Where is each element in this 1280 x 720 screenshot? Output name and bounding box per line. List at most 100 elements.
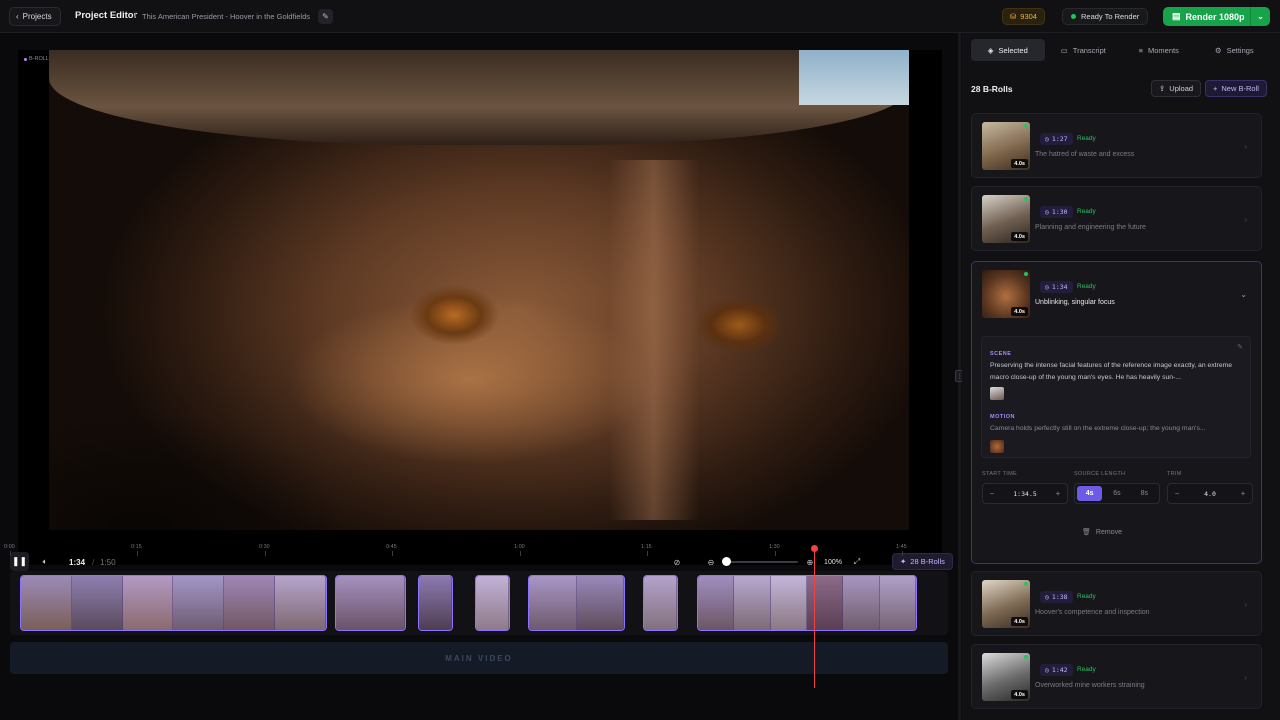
broll-thumbnail: 4.0s [982,195,1030,243]
clip-thumbnail [644,576,677,630]
decrement-button[interactable]: − [983,489,1001,498]
top-bar: ‹ Projects Project Editor / This America… [0,0,1280,33]
tick-mark [647,551,648,556]
clip-thumbnail [21,576,72,630]
duration-badge: 4.0s [1011,307,1028,316]
duration-badge: 4.0s [1011,232,1028,241]
render-options-dropdown[interactable]: ⌄ [1250,7,1270,26]
video-player[interactable]: B-ROLL [18,50,942,565]
main-track-label: MAIN VIDEO [445,653,513,663]
remove-button[interactable]: 🗑︎ Remove [1082,528,1122,537]
timestamp: 1:38 [1051,593,1068,601]
chevron-down-icon[interactable]: ⌄ [1240,290,1247,299]
tab-moments[interactable]: ≡ Moments [1122,39,1196,61]
motion-label: MOTION [990,414,1015,420]
tab-settings[interactable]: ⚙ Settings [1198,39,1272,61]
render-status-badge: Ready To Render [1062,8,1149,25]
timestamp-badge: ◷ 1:42 [1040,664,1073,676]
timeline-clip[interactable] [528,575,625,631]
duration-badge: 4.0s [1011,690,1028,699]
timeline-clip[interactable] [20,575,327,631]
tab-label: Selected [998,45,1028,55]
chevron-right-icon: › [1244,600,1247,609]
remove-label: Remove [1095,528,1122,536]
main-video-track[interactable]: MAIN VIDEO [10,642,948,674]
broll-card[interactable]: 4.0s ◷ 1:38 Ready Hoover's competence an… [971,571,1262,636]
clock-icon: ◷ [1045,593,1049,601]
broll-overlay-tag: B-ROLL [24,56,49,62]
trim-stepper[interactable]: − 4.0 + [1167,483,1253,504]
broll-description: Hoover's competence and inspection [1035,609,1150,616]
list-icon: ≡ [1138,45,1144,55]
captions-off-icon: ⊘ [673,557,681,567]
breadcrumb-separator: / [134,10,137,20]
document-icon: ▭ [1060,45,1068,55]
clip-thumbnail [879,576,916,630]
source-length-option[interactable]: 6s [1104,486,1129,501]
timestamp: 1:34 [1051,283,1068,291]
source-length-option[interactable]: 4s [1077,486,1103,501]
render-button[interactable]: ▤ Render 1080p ⌄ [1163,7,1270,26]
tick-mark [520,551,521,556]
ready-dot-icon [1024,655,1028,659]
pencil-icon[interactable]: ✎ [1237,343,1243,351]
upload-button[interactable]: ⇪ Upload [1151,80,1202,97]
ready-status: Ready [1077,666,1096,673]
playhead-handle[interactable] [811,545,818,552]
sparkle-icon: ✦ [900,557,907,566]
clip-thumbnail [576,576,624,630]
tick-label: 0:30 [259,544,270,550]
source-length-option[interactable]: 8s [1132,486,1157,501]
back-to-projects-button[interactable]: ‹ Projects [9,7,61,26]
start-time-value[interactable]: 1:34.5 [1001,490,1049,498]
broll-card[interactable]: 4.0s ◷ 1:42 Ready Overworked mine worker… [971,644,1262,709]
increment-button[interactable]: + [1049,489,1067,498]
chevron-left-icon: ‹ [16,12,19,21]
tab-transcript[interactable]: ▭ Transcript [1047,39,1121,61]
trim-value[interactable]: 4.0 [1186,490,1234,498]
tick-label: 1:45 [896,544,907,550]
broll-card[interactable]: 4.0s ◷ 1:30 Ready Planning and engineeri… [971,186,1262,251]
zoom-slider-track[interactable] [725,561,798,563]
increment-button[interactable]: + [1234,489,1252,498]
broll-thumbnail: 4.0s [982,122,1030,170]
start-time-stepper[interactable]: − 1:34.5 + [982,483,1068,504]
tick-mark [10,551,11,556]
sky-shape [799,50,909,105]
playhead-line[interactable] [814,546,815,688]
render-label: Render 1080p [1185,11,1245,22]
layers-icon: ◈ [987,45,994,55]
timestamp-badge: ◷ 1:34 [1040,281,1073,293]
clock-icon: ◷ [1045,666,1049,674]
edit-title-button[interactable]: ✎ [318,9,333,24]
timeline-clip[interactable] [697,575,917,631]
nose-highlight-shape [609,160,699,520]
film-icon: ▤ [1172,11,1181,21]
timeline-clip[interactable] [418,575,453,631]
plus-icon: + [1213,84,1218,93]
broll-card[interactable]: 4.0s ◷ 1:27 Ready The hatred of waste an… [971,113,1262,178]
tick-mark [265,551,266,556]
credits-badge[interactable]: ⛁ 9304 [1002,8,1045,25]
timestamp: 1:27 [1051,135,1068,143]
source-length-label: SOURCE LENGTH [1074,471,1126,477]
scene-reference-thumbnail[interactable] [990,387,1004,400]
new-broll-button[interactable]: + New B-Roll [1205,80,1267,97]
motion-reference-thumbnail[interactable] [990,440,1004,453]
duration-badge: 4.0s [1011,617,1028,626]
timeline-clip[interactable] [475,575,510,631]
clip-thumbnail [275,576,326,630]
broll-card-expanded[interactable]: 4.0s ◷ 1:34 Ready Unblinking, singular f… [971,261,1262,564]
render-main-action[interactable]: ▤ Render 1080p [1163,11,1250,22]
ready-status: Ready [1077,135,1096,142]
tick-label: 0:45 [386,544,397,550]
tab-selected[interactable]: ◈ Selected [971,39,1045,61]
broll-tag-label: B-ROLL [29,56,49,62]
pencil-icon: ✎ [322,12,329,21]
decrement-button[interactable]: − [1168,489,1186,498]
clock-icon: ◷ [1045,208,1049,216]
broll-thumbnail: 4.0s [982,653,1030,701]
timeline-clip[interactable] [335,575,406,631]
zoom-slider-handle[interactable] [722,557,731,566]
timeline-clip[interactable] [643,575,678,631]
